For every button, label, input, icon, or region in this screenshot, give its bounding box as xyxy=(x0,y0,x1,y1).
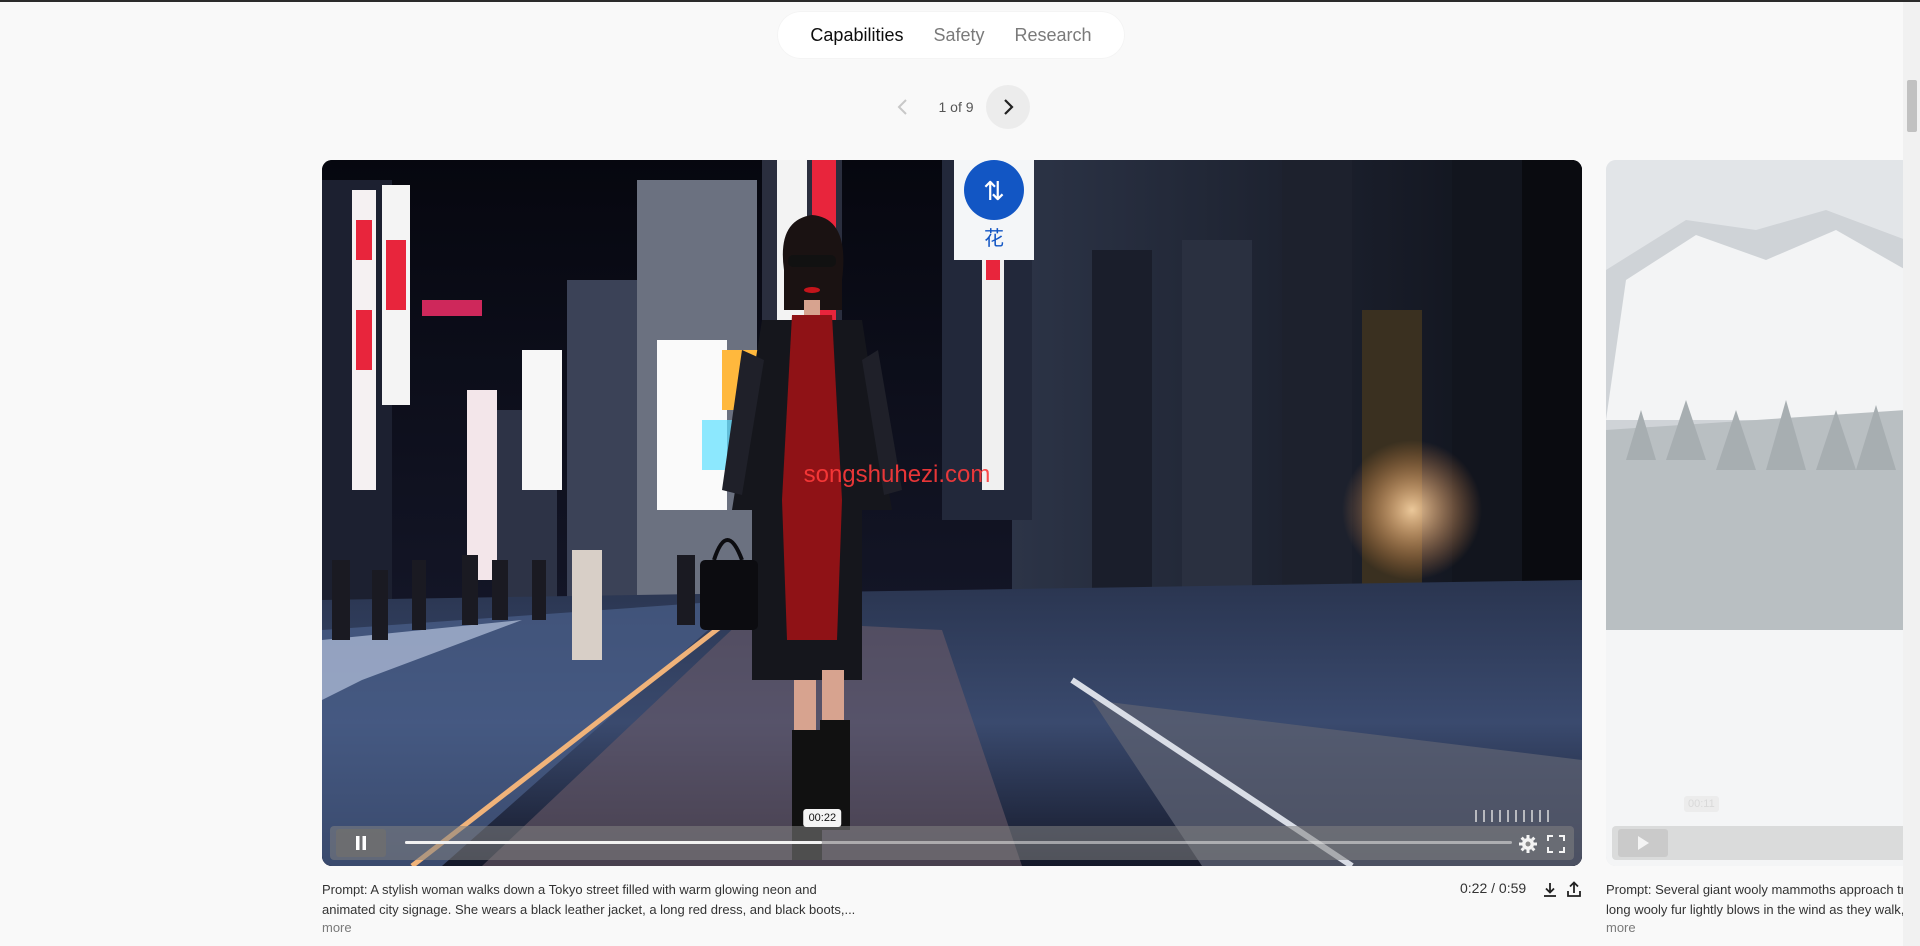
gear-icon xyxy=(1519,835,1537,853)
duration-readout: 0:22 / 0:59 xyxy=(1460,880,1527,896)
next-video-caption: Prompt: Several giant wooly mammoths app… xyxy=(1606,880,1906,920)
sign-text: 花 xyxy=(984,226,1004,250)
video-frame-tokyo-street: ⇅ 花 songshuhezi.com xyxy=(322,160,1582,866)
audio-level-ticks xyxy=(1475,810,1549,822)
window-top-border xyxy=(0,0,1920,2)
page-counter: 1 of 9 xyxy=(938,99,974,115)
watermark: songshuhezi.com xyxy=(804,461,991,488)
page-scrollbar[interactable] xyxy=(1903,2,1920,946)
video-frame-snowy-mountains xyxy=(1606,160,1906,866)
caption-line: animated city signage. She wears a black… xyxy=(322,902,856,917)
next-video-player[interactable]: 00:11 xyxy=(1606,160,1906,866)
next-time-tooltip: 00:11 xyxy=(1684,796,1719,812)
tab-research[interactable]: Research xyxy=(1003,25,1104,46)
settings-button[interactable] xyxy=(1518,834,1538,854)
caption-line: Prompt: A stylish woman walks down a Tok… xyxy=(322,882,817,897)
download-button[interactable] xyxy=(1541,881,1559,899)
caption-line: Prompt: Several giant wooly mammoths app… xyxy=(1606,882,1906,897)
fullscreen-icon xyxy=(1547,835,1565,853)
progress-track[interactable]: 00:22 xyxy=(405,809,1512,844)
scrollbar-thumb[interactable] xyxy=(1907,80,1917,132)
download-icon xyxy=(1544,883,1556,897)
next-video-controls: 00:11 xyxy=(1612,796,1906,860)
tab-safety[interactable]: Safety xyxy=(921,25,996,46)
carousel-pager: 1 of 9 xyxy=(880,84,1030,130)
time-tooltip: 00:22 xyxy=(803,809,842,827)
pause-button[interactable] xyxy=(336,829,386,857)
chevron-left-icon xyxy=(897,99,907,115)
fullscreen-button[interactable] xyxy=(1546,834,1566,854)
play-icon xyxy=(1638,836,1649,850)
video-player[interactable]: ⇅ 花 songshuhezi.com 00:22 xyxy=(322,160,1582,866)
pause-icon xyxy=(356,836,366,850)
progress-fill xyxy=(405,841,823,844)
section-tabs: Capabilities Safety Research xyxy=(778,12,1124,58)
share-button[interactable] xyxy=(1565,881,1583,899)
previous-button[interactable] xyxy=(880,84,926,130)
share-icon xyxy=(1567,881,1581,897)
chevron-right-icon xyxy=(1004,99,1014,115)
video-caption: Prompt: A stylish woman walks down a Tok… xyxy=(322,880,902,920)
caption-line: long wooly fur lightly blows in the wind… xyxy=(1606,902,1906,917)
tab-capabilities[interactable]: Capabilities xyxy=(798,25,915,46)
next-button[interactable] xyxy=(986,85,1030,129)
svg-text:⇅: ⇅ xyxy=(983,177,1005,207)
more-link[interactable]: more xyxy=(322,920,352,935)
next-more-link[interactable]: more xyxy=(1606,920,1636,935)
video-controls: 00:22 xyxy=(330,809,1574,860)
play-button[interactable] xyxy=(1618,829,1668,857)
